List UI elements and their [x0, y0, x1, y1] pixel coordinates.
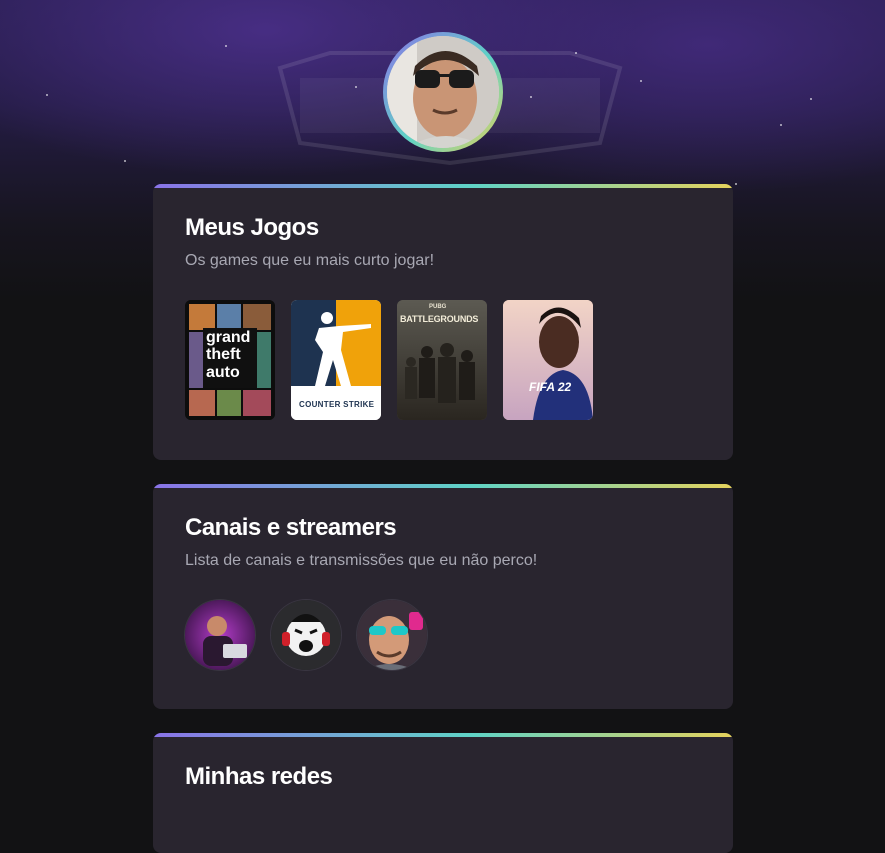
- streamers-title: Canais e streamers: [185, 514, 397, 541]
- pubg-cover-small-text: PUBG: [429, 304, 447, 310]
- streamers-subtitle: Lista de canais e transmissões que eu nã…: [185, 552, 538, 569]
- games-card: Meus Jogos Os games que eu mais curto jo…: [153, 184, 733, 460]
- fifa22-cover-icon: [503, 300, 593, 420]
- streamers-list: [185, 600, 427, 670]
- streamer-avatar-1-icon: [185, 600, 255, 670]
- streamer-avatar-2-icon: [271, 600, 341, 670]
- game-fifa-22[interactable]: FIFA 22: [503, 300, 593, 420]
- pubg-cover-text: BATTLEGROUNDS: [400, 314, 479, 324]
- streamer-avatar-3-icon: [357, 600, 427, 670]
- games-title: Meus Jogos: [185, 214, 319, 241]
- game-gta-v[interactable]: grand theft auto: [185, 300, 275, 420]
- socials-card: Minhas redes: [153, 733, 733, 853]
- gta-cover-logo: grand theft auto: [203, 328, 257, 388]
- socials-title: Minhas redes: [185, 763, 333, 790]
- games-subtitle: Os games que eu mais curto jogar!: [185, 252, 435, 269]
- profile-avatar[interactable]: [387, 36, 499, 148]
- games-list: grand theft auto COUNTER STRIKE PUBG BAT…: [185, 300, 593, 420]
- streamer-3[interactable]: [357, 600, 427, 670]
- streamer-2[interactable]: [271, 600, 341, 670]
- fifa22-cover-text: FIFA 22: [529, 380, 572, 394]
- game-counter-strike[interactable]: COUNTER STRIKE: [291, 300, 381, 420]
- user-photo-icon: [387, 36, 499, 148]
- counter-strike-cover-text: COUNTER STRIKE: [299, 400, 375, 409]
- profile-avatar-ring: [383, 32, 503, 152]
- streamer-1[interactable]: [185, 600, 255, 670]
- streamers-card: Canais e streamers Lista de canais e tra…: [153, 484, 733, 709]
- game-pubg[interactable]: PUBG BATTLEGROUNDS: [397, 300, 487, 420]
